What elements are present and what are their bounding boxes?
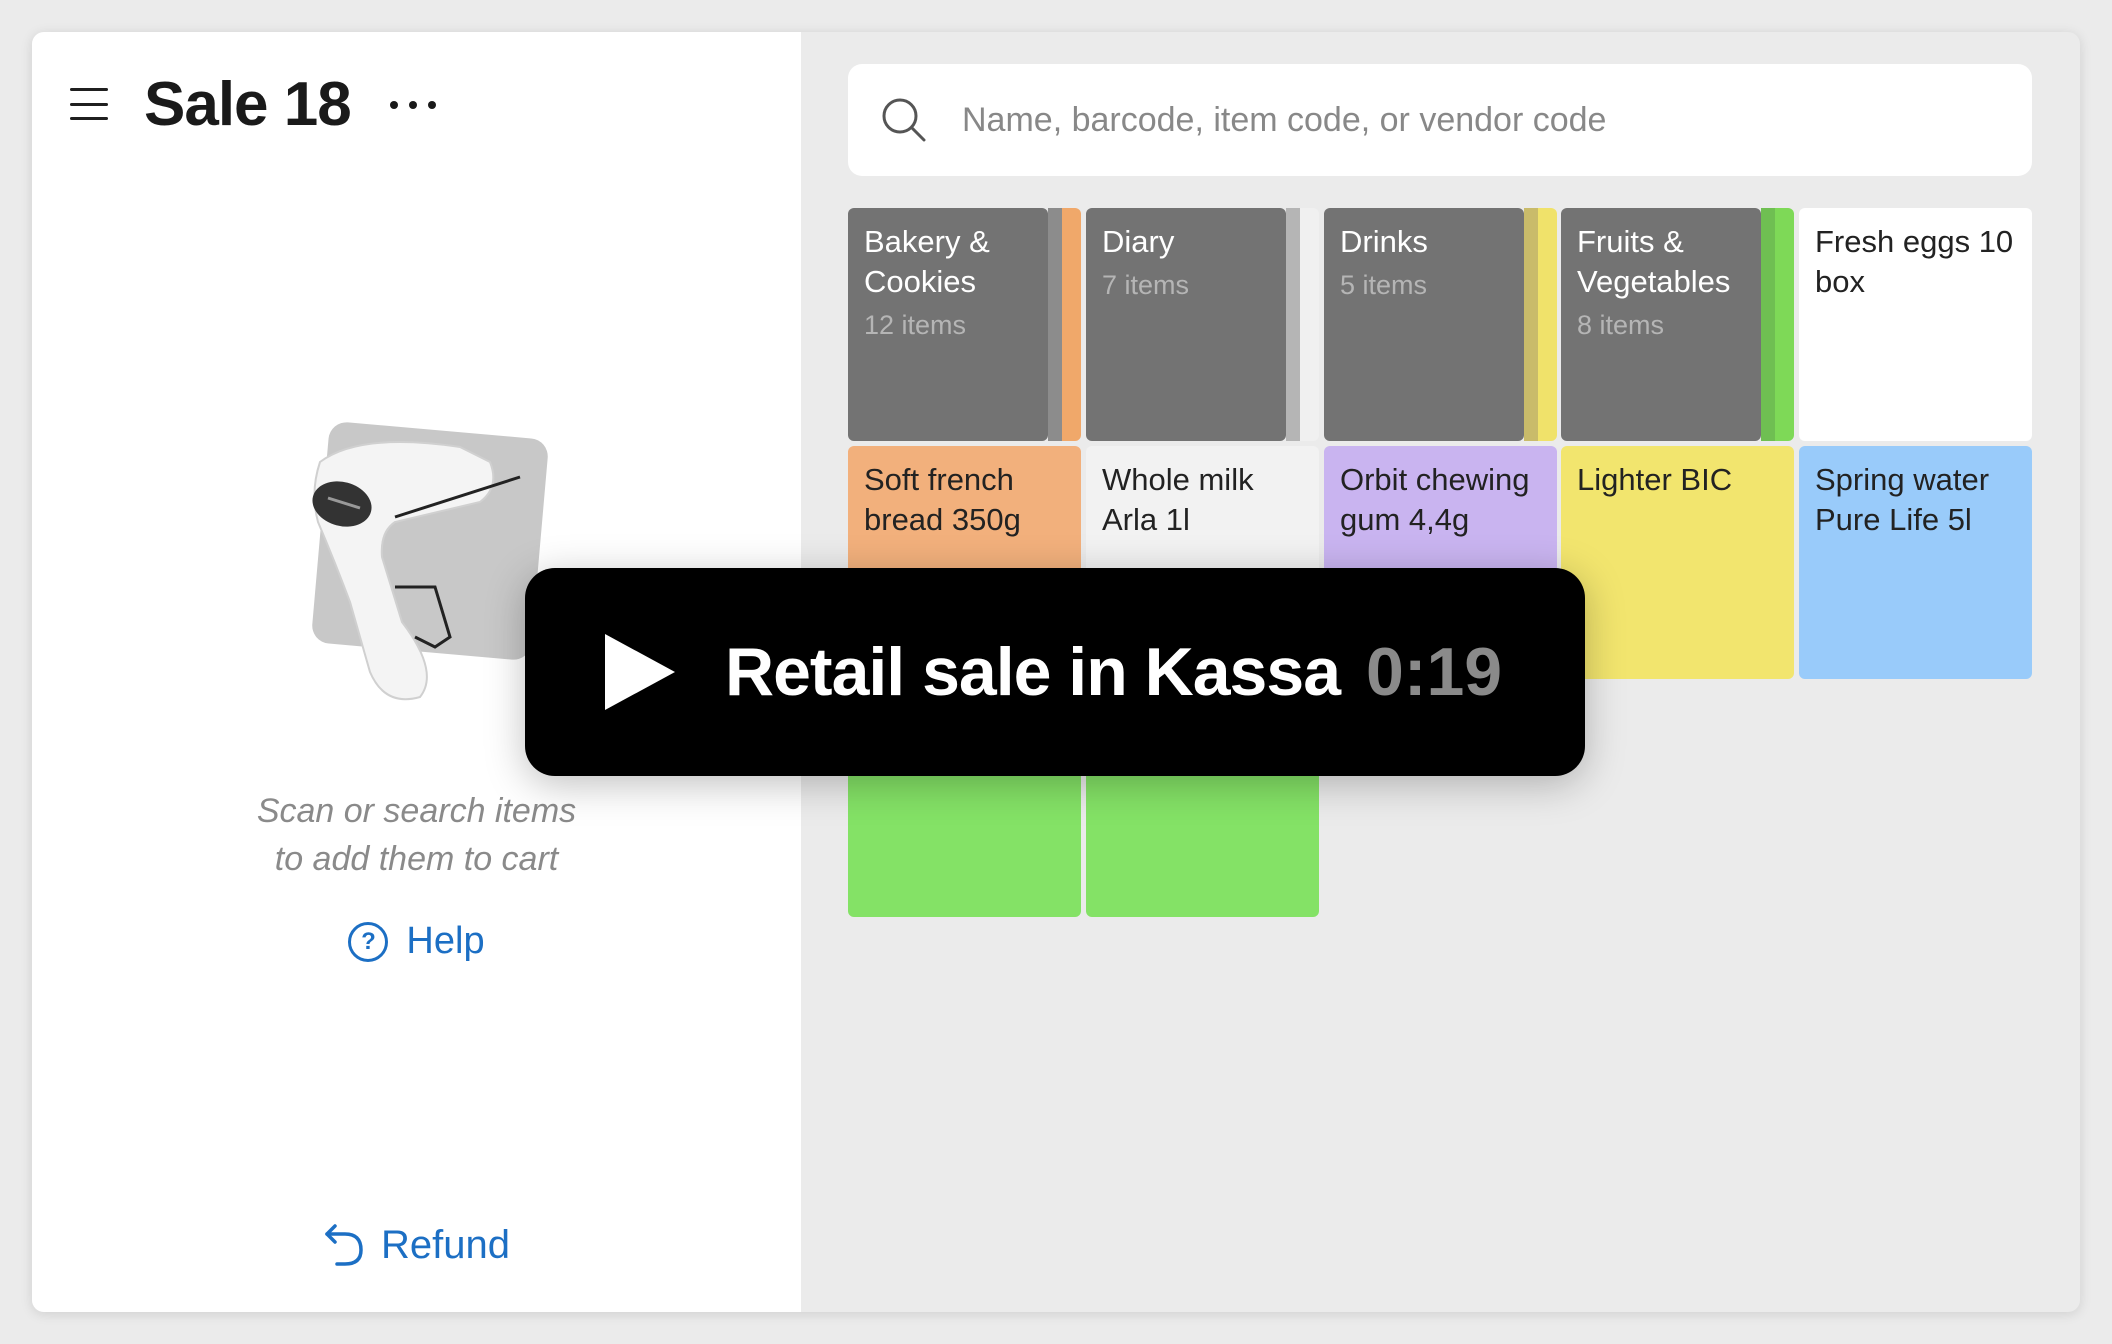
folder-tile-fruits-vegetables[interactable]: Fruits & Vegetables 8 items [1561, 208, 1761, 441]
item-tile-lighter-bic[interactable]: Lighter BIC [1561, 446, 1794, 679]
refund-label: Refund [381, 1222, 510, 1267]
item-name: Lighter BIC [1577, 462, 1733, 497]
video-play-overlay[interactable]: Retail sale in Kassa 0:19 [525, 568, 1585, 776]
refund-button[interactable]: Refund [32, 1222, 801, 1268]
help-link[interactable]: ? Help [32, 920, 801, 963]
folder-tile-drinks[interactable]: Drinks 5 items [1324, 208, 1524, 441]
search-bar[interactable] [848, 64, 2032, 176]
empty-cart-line-1: Scan or search items [256, 792, 577, 830]
folder-count: 8 items [1577, 310, 1665, 340]
video-title: Retail sale in Kassa [725, 634, 1341, 710]
item-name: Fresh eggs 10 box [1815, 224, 2014, 299]
help-label: Help [406, 920, 485, 962]
item-name: Soft french bread 350g [864, 462, 1021, 537]
item-tile-fresh-eggs[interactable]: Fresh eggs 10 box [1799, 208, 2032, 441]
empty-cart-line-2: to add them to cart [274, 840, 559, 878]
item-name: Whole milk Arla 1l [1102, 462, 1254, 537]
folder-count: 12 items [864, 310, 967, 340]
folder-tile-bakery[interactable]: Bakery & Cookies 12 items [848, 208, 1048, 441]
page-title: Sale 18 [144, 70, 352, 139]
folder-count: 7 items [1102, 270, 1190, 300]
folder-name: Fruits & Vegetables [1577, 224, 1731, 299]
help-circle-icon: ? [348, 921, 389, 962]
video-duration: 0:19 [1366, 634, 1503, 710]
folder-name: Drinks [1340, 224, 1428, 259]
search-icon [882, 98, 926, 142]
folder-name: Bakery & Cookies [864, 224, 990, 299]
undo-arrow-icon [325, 1224, 363, 1266]
hamburger-menu-icon[interactable] [70, 88, 108, 120]
item-tile-spring-water[interactable]: Spring water Pure Life 5l [1799, 446, 2032, 679]
folder-name: Diary [1102, 224, 1175, 259]
folder-tile-diary[interactable]: Diary 7 items [1086, 208, 1286, 441]
search-input[interactable] [962, 100, 1962, 140]
item-name: Orbit chewing gum 4,4g [1340, 462, 1530, 537]
folder-count: 5 items [1340, 270, 1428, 300]
empty-cart-message: Scan or search items to add them to cart [32, 787, 801, 883]
more-options-icon[interactable] [390, 98, 436, 112]
item-name: Spring water Pure Life 5l [1815, 462, 1990, 537]
play-icon [605, 634, 675, 710]
